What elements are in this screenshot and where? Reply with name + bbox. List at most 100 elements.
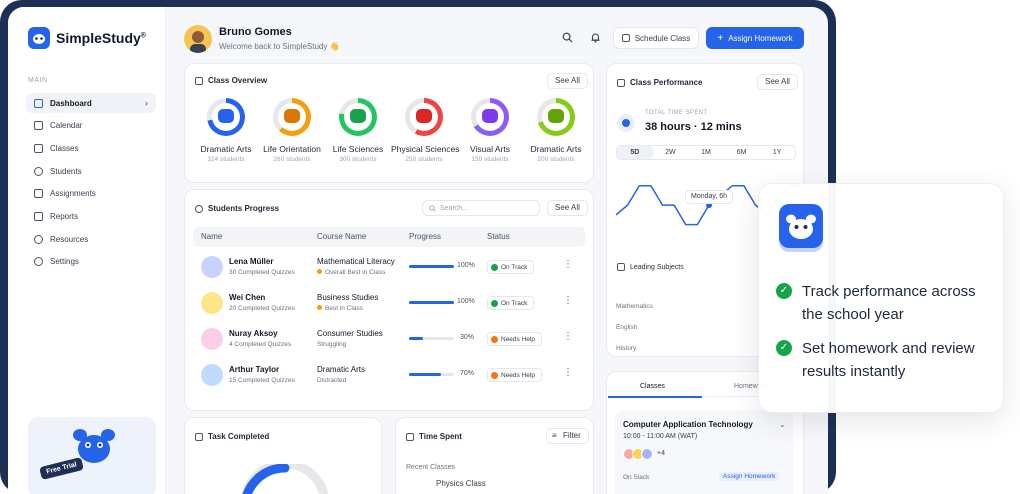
student-name: Arthur Taylor: [229, 365, 280, 374]
status-label: On Track: [501, 263, 528, 271]
sidebar-item-label: Settings: [50, 257, 79, 267]
class-progress-ring: [471, 98, 509, 136]
active-tab-indicator: [608, 396, 702, 398]
class-student-count: 200 students: [537, 156, 575, 163]
recent-class-item[interactable]: Physics Class: [436, 479, 486, 488]
feature-point-tracking: ✓ Track performance across the school ye…: [776, 280, 996, 326]
status-badge: Needs Help: [487, 332, 542, 346]
total-time-value: 38 hours · 12 mins: [645, 121, 742, 133]
student-quizzes: 30 Completed Quizzes: [229, 269, 295, 276]
class-student-count: 150 students: [471, 156, 509, 163]
search-icon[interactable]: [560, 32, 574, 46]
avatar: [201, 292, 223, 314]
row-menu-icon[interactable]: ⋮: [563, 331, 573, 342]
range-option-5d[interactable]: 5D: [617, 146, 653, 159]
status-badge: Needs Help: [487, 368, 542, 382]
filter-label: Filter: [563, 431, 581, 440]
range-option-6m[interactable]: 6M: [724, 146, 760, 159]
course-name: Business Studies: [317, 293, 379, 302]
assign-homework-button[interactable]: + Assign Homework: [706, 27, 804, 49]
row-menu-icon[interactable]: ⋮: [563, 295, 573, 306]
chart-icon: [34, 211, 43, 221]
check-icon: ✓: [776, 340, 792, 356]
brand-logo[interactable]: SimpleStudy®: [28, 27, 146, 49]
sidebar-item-students[interactable]: Students: [26, 161, 156, 181]
class-name: Dramatic Arts: [200, 144, 252, 154]
student-search-input[interactable]: Search...: [422, 200, 540, 216]
table-row[interactable]: Arthur Taylor 15 Completed Quizzes Dramati…: [193, 360, 585, 390]
class-item[interactable]: Life Orientation 260 students: [259, 98, 325, 163]
sidebar-item-reports[interactable]: Reports: [26, 206, 156, 226]
row-menu-icon[interactable]: ⋮: [563, 259, 573, 270]
table-row[interactable]: Wei Chen 20 Completed Quizzes Business Stu…: [193, 288, 585, 318]
search-icon: [429, 204, 436, 212]
free-trial-promo[interactable]: Free Trial: [28, 417, 156, 494]
course-name: Mathematical Literacy: [317, 257, 395, 266]
range-option-1y[interactable]: 1Y: [759, 146, 795, 159]
course-note: Best in Class: [325, 305, 363, 312]
feature-point-homework: ✓ Set homework and review results instan…: [776, 337, 996, 383]
class-progress-ring: [405, 98, 443, 136]
class-name: Visual Arts: [469, 144, 510, 154]
subject-item: Mathematics: [616, 303, 653, 310]
range-option-1m[interactable]: 1M: [688, 146, 724, 159]
class-item[interactable]: Visual Arts 150 students: [457, 98, 523, 163]
class-item[interactable]: Physical Sciences 250 students: [391, 98, 460, 163]
sidebar-menu: Dashboard › Calendar Classes Students Assignm…: [26, 93, 156, 275]
free-trial-tag[interactable]: Free Trial: [39, 456, 85, 481]
menu-caption: MAIN: [28, 77, 48, 84]
overview-see-all-button[interactable]: See All: [547, 73, 588, 89]
class-list: Dramatic Arts 324 students Life Orientatio…: [193, 98, 589, 163]
range-option-2w[interactable]: 2W: [653, 146, 689, 159]
class-performance-title: Class Performance: [630, 78, 703, 87]
class-mascot-icon: [218, 109, 234, 123]
sidebar-item-dashboard[interactable]: Dashboard ›: [26, 93, 156, 113]
sidebar-item-calendar[interactable]: Calendar: [26, 116, 156, 136]
filter-button[interactable]: ≡ Filter: [546, 428, 589, 444]
class-progress-ring: [537, 98, 575, 136]
row-menu-icon[interactable]: ⋮: [563, 367, 573, 378]
class-student-count: 324 students: [207, 156, 245, 163]
student-name: Nuray Aksoy: [229, 329, 278, 338]
progress-percent: 30%: [459, 334, 474, 341]
class-item[interactable]: Dramatic Arts 200 students: [523, 98, 589, 163]
sidebar-item-classes[interactable]: Classes: [26, 138, 156, 158]
user-avatar[interactable]: [184, 25, 212, 53]
task-completed-title: Task Completed: [208, 432, 270, 441]
col-status: Status: [487, 232, 510, 241]
progress-bar: [409, 301, 454, 304]
sidebar-item-assignments[interactable]: Assignments: [26, 184, 156, 204]
table-row[interactable]: Nuray Aksoy 4 Completed Quizzes Consumer S…: [193, 324, 585, 354]
brand-mascot-icon: [28, 27, 50, 49]
tab-classes[interactable]: Classes: [640, 383, 665, 390]
task-completed-card: Task Completed: [184, 417, 382, 494]
bell-icon[interactable]: [588, 32, 602, 46]
sidebar-item-resources[interactable]: Resources: [26, 229, 156, 249]
class-item[interactable]: Life Sciences 300 students: [325, 98, 391, 163]
chevron-down-icon[interactable]: ⌄: [779, 420, 786, 429]
class-name: Life Sciences: [332, 144, 384, 154]
table-row[interactable]: Lena Müller 30 Completed Quizzes Mathemati…: [193, 252, 585, 282]
course-note: Struggling: [317, 341, 347, 348]
status-label: Needs Help: [501, 335, 535, 343]
status-icon: [491, 335, 498, 343]
progress-bar-fill: [409, 337, 423, 340]
sidebar-item-settings[interactable]: Settings: [26, 252, 156, 272]
schedule-class-button[interactable]: Schedule Class: [613, 27, 699, 49]
status-icon: [491, 299, 498, 307]
sidebar-item-label: Students: [50, 166, 82, 176]
task-donut-arc: [241, 464, 329, 494]
performance-see-all-button[interactable]: See All: [757, 74, 798, 90]
class-mascot-icon: [350, 109, 366, 123]
assign-homework-link[interactable]: Assign Homework: [719, 472, 780, 481]
brand-mark: ®: [140, 32, 146, 40]
attendee-avatars: +4: [623, 448, 665, 460]
sidebar-item-label: Assignments: [50, 189, 96, 199]
grid-icon: [34, 98, 43, 108]
star-icon: [317, 305, 322, 310]
class-session-item[interactable]: Computer Application Technology ⌄ 10:00 …: [615, 410, 793, 494]
class-item[interactable]: Dramatic Arts 324 students: [193, 98, 259, 163]
status-label: Needs Help: [501, 371, 535, 379]
session-course: Computer Application Technology: [623, 420, 753, 429]
progress-see-all-button[interactable]: See All: [547, 200, 588, 216]
